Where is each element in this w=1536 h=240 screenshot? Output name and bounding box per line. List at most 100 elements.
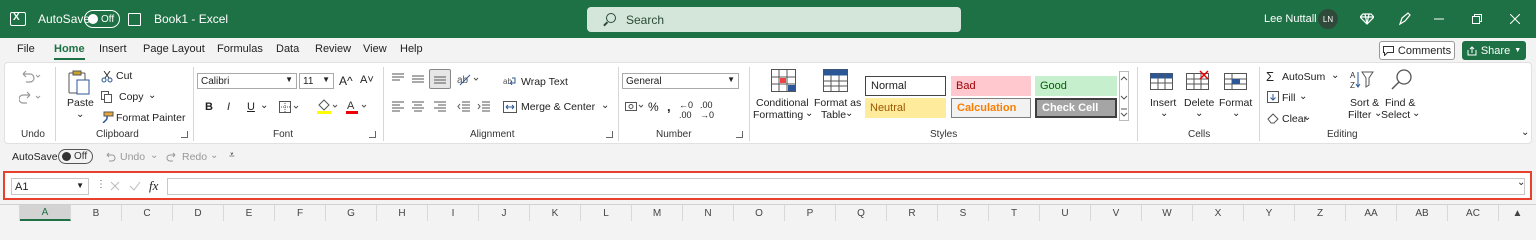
restore-icon[interactable]: [1462, 0, 1492, 38]
tab-formulas[interactable]: Formulas: [217, 43, 263, 55]
autosum-button[interactable]: AutoSum: [1282, 71, 1325, 83]
column-header[interactable]: L: [581, 205, 632, 221]
merge-center-button[interactable]: Merge & Center: [521, 101, 595, 113]
borders-icon[interactable]: [279, 101, 301, 116]
paste-icon[interactable]: [67, 70, 91, 99]
align-middle-icon[interactable]: [411, 73, 425, 88]
column-header[interactable]: G: [326, 205, 377, 221]
font-name-dropdown[interactable]: Calibri ▼: [197, 73, 297, 89]
collapse-ribbon-icon[interactable]: ⌄: [1521, 127, 1529, 138]
column-header[interactable]: Q: [836, 205, 887, 221]
close-icon[interactable]: [1500, 0, 1530, 38]
style-neutral[interactable]: Neutral: [865, 98, 946, 118]
format-chevron-icon[interactable]: ⌄: [1232, 108, 1240, 119]
comma-style-button[interactable]: ,: [667, 99, 671, 114]
paste-chevron-icon[interactable]: ⌄: [76, 109, 84, 120]
column-header[interactable]: E: [224, 205, 275, 221]
percent-style-button[interactable]: %: [648, 100, 659, 114]
column-header[interactable]: AB: [1397, 205, 1448, 221]
column-header[interactable]: AA: [1346, 205, 1397, 221]
grow-font-button[interactable]: A^: [339, 74, 353, 88]
cut-button[interactable]: Cut: [116, 70, 132, 82]
shrink-font-button[interactable]: A˅: [360, 74, 374, 86]
qat-redo-chevron-icon[interactable]: ⌄: [210, 150, 218, 161]
orientation-icon[interactable]: ab: [457, 72, 481, 89]
fill-chevron-icon[interactable]: ⌄: [1299, 91, 1307, 102]
column-header[interactable]: T: [989, 205, 1040, 221]
font-size-dropdown[interactable]: 11 ▼: [299, 73, 334, 89]
name-box[interactable]: A1 ▼: [11, 178, 89, 195]
scroll-up-icon[interactable]: ▲: [1499, 205, 1536, 221]
number-launcher-icon[interactable]: [736, 131, 743, 138]
column-header[interactable]: Y: [1244, 205, 1295, 221]
column-header[interactable]: N: [683, 205, 734, 221]
diamond-icon[interactable]: [1352, 0, 1382, 38]
underline-chevron-icon[interactable]: ⌄: [260, 100, 268, 111]
merge-chevron-icon[interactable]: ⌄: [601, 100, 609, 111]
column-header[interactable]: W: [1142, 205, 1193, 221]
align-bottom-icon[interactable]: [429, 69, 451, 89]
column-header[interactable]: R: [887, 205, 938, 221]
user-name[interactable]: Lee Nuttall: [1264, 0, 1317, 38]
font-launcher-icon[interactable]: [369, 131, 376, 138]
conditional-formatting-label-2[interactable]: Formatting: [753, 109, 803, 121]
column-header[interactable]: P: [785, 205, 836, 221]
column-header[interactable]: H: [377, 205, 428, 221]
tab-page-layout[interactable]: Page Layout: [143, 43, 205, 55]
style-good[interactable]: Good: [1035, 76, 1117, 96]
wrap-text-button[interactable]: Wrap Text: [521, 76, 568, 88]
redo-icon[interactable]: [18, 90, 41, 107]
align-center-icon[interactable]: [411, 101, 425, 116]
find-select-label-2[interactable]: Select: [1381, 109, 1410, 121]
fill-color-icon[interactable]: [316, 99, 340, 118]
save-icon[interactable]: [128, 0, 144, 38]
sort-filter-label-2[interactable]: Filter: [1348, 109, 1371, 121]
find-select-label-1[interactable]: Find &: [1385, 97, 1415, 109]
bold-button[interactable]: B: [205, 101, 213, 113]
styles-scroll[interactable]: [1119, 71, 1129, 121]
tab-file[interactable]: File: [17, 43, 35, 55]
align-left-icon[interactable]: [391, 101, 405, 116]
autosum-chevron-icon[interactable]: ⌄: [1331, 70, 1339, 81]
qat-redo-icon[interactable]: [166, 151, 178, 165]
decrease-decimal-button[interactable]: .00 →0: [700, 100, 714, 120]
italic-button[interactable]: I: [227, 101, 230, 113]
qat-autosave-toggle[interactable]: Off: [58, 149, 93, 164]
column-header[interactable]: Z: [1295, 205, 1346, 221]
qat-redo-button[interactable]: Redo: [182, 151, 207, 163]
alignment-launcher-icon[interactable]: [606, 131, 613, 138]
insert-function-button[interactable]: fx: [149, 178, 158, 194]
copy-button[interactable]: Copy: [119, 91, 144, 103]
conditional-formatting-label-1[interactable]: Conditional: [756, 97, 809, 109]
select-all-corner[interactable]: [0, 205, 20, 221]
tab-insert[interactable]: Insert: [99, 43, 127, 55]
tab-view[interactable]: View: [363, 43, 387, 55]
comments-button[interactable]: Comments: [1379, 41, 1455, 60]
format-as-table-label-2[interactable]: Table: [821, 109, 846, 121]
clear-chevron-icon[interactable]: ⌄: [1303, 112, 1311, 123]
qat-undo-button[interactable]: Undo: [120, 151, 145, 163]
column-header[interactable]: K: [530, 205, 581, 221]
underline-button[interactable]: U: [247, 101, 255, 113]
column-header[interactable]: J: [479, 205, 530, 221]
style-normal[interactable]: Normal: [865, 76, 946, 96]
avatar[interactable]: LN: [1318, 9, 1338, 29]
column-header[interactable]: F: [275, 205, 326, 221]
tab-help[interactable]: Help: [400, 43, 423, 55]
cancel-icon[interactable]: [110, 181, 120, 194]
style-check-cell[interactable]: Check Cell: [1035, 98, 1117, 118]
column-header[interactable]: S: [938, 205, 989, 221]
formula-input[interactable]: [167, 178, 1525, 195]
more-options-icon[interactable]: ⋮: [96, 179, 106, 190]
column-header[interactable]: U: [1040, 205, 1091, 221]
find-select-chevron-icon[interactable]: ⌄: [1412, 108, 1420, 119]
tab-home[interactable]: Home: [54, 43, 85, 60]
format-as-table-label-1[interactable]: Format as: [814, 97, 861, 109]
pen-icon[interactable]: [1390, 0, 1420, 38]
qat-undo-icon[interactable]: [104, 151, 116, 165]
number-format-dropdown[interactable]: General ▼: [622, 73, 739, 89]
column-header[interactable]: D: [173, 205, 224, 221]
decrease-indent-icon[interactable]: [457, 101, 471, 116]
undo-icon[interactable]: [19, 69, 41, 86]
increase-decimal-button[interactable]: ←0.00: [679, 100, 693, 120]
